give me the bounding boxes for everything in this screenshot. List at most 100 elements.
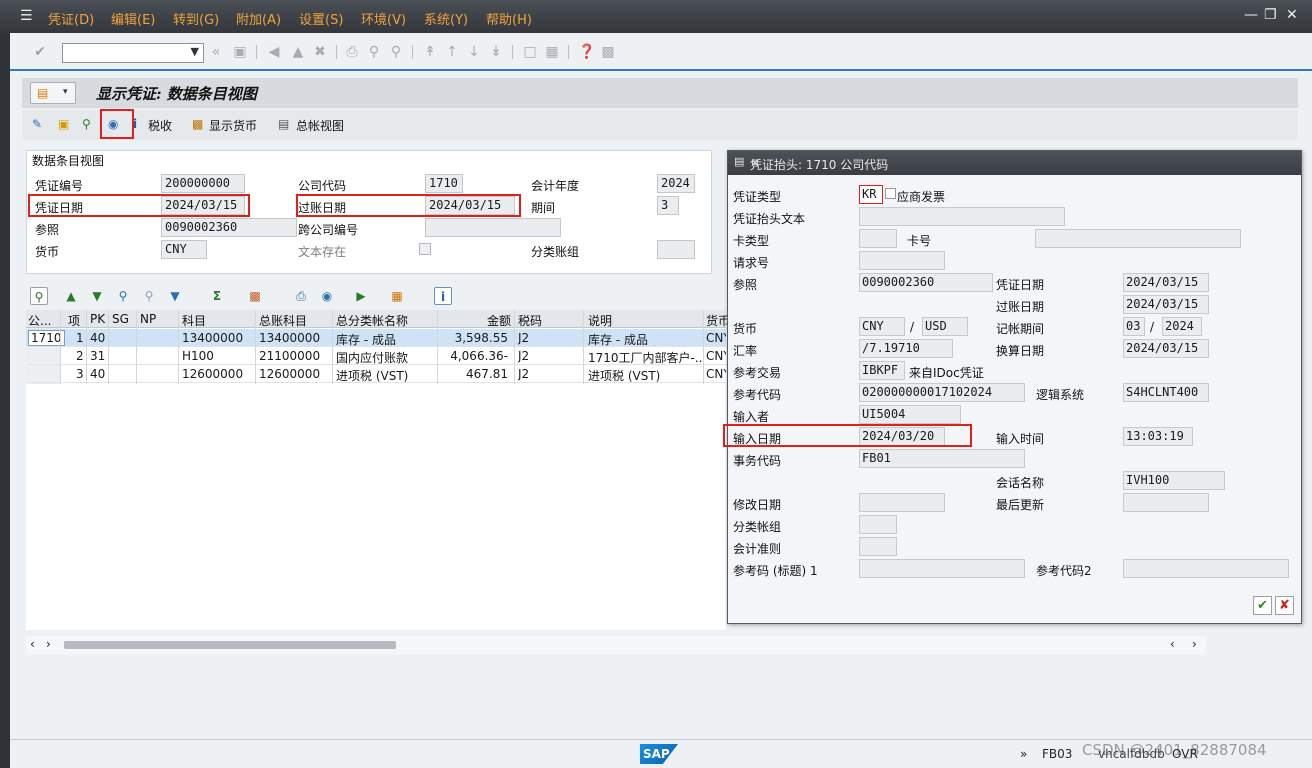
tax-button[interactable]: 税收 [148, 117, 172, 134]
ref-key2-field[interactable] [1123, 559, 1289, 578]
company-code-field[interactable]: 1710 [425, 174, 463, 193]
enter-icon[interactable]: ✔ [32, 44, 48, 60]
col-gl-account[interactable]: 总账科目 [259, 312, 307, 329]
layout-icon[interactable]: ▦ [388, 287, 406, 305]
session-field[interactable]: IVH100 [1123, 471, 1225, 490]
col-text[interactable]: 说明 [588, 312, 612, 329]
close-window-icon[interactable]: ✕ [1286, 7, 1298, 23]
ref-key-field[interactable]: 020000000017102024 [859, 383, 1025, 402]
print-icon[interactable]: ⎙ [292, 287, 310, 305]
header-text-field[interactable] [859, 207, 1065, 226]
save-icon[interactable]: ▣ [232, 44, 248, 60]
display-change-icon[interactable]: ✎ [32, 117, 42, 131]
views-icon[interactable]: ◉ [318, 287, 336, 305]
table-row[interactable]: 3 40 12600000 12600000 进项税 (VST) 467.81 … [26, 365, 726, 383]
period-field[interactable]: 03 [1123, 317, 1145, 336]
sort-ascending-icon[interactable]: ▲ [62, 287, 80, 305]
col-pk[interactable]: PK [90, 312, 105, 326]
ledger-group-field[interactable] [859, 515, 897, 534]
scroll-thumb[interactable] [64, 641, 396, 649]
menu-goto[interactable]: 转到(G) [173, 9, 219, 28]
find-icon[interactable]: ⚲ [114, 287, 132, 305]
table-row[interactable]: 2 31 H100 21100000 国内应付账款 4,066.36- J2 1… [26, 347, 726, 365]
col-account[interactable]: 科目 [182, 312, 206, 329]
find-icon[interactable]: ⚲ [366, 44, 382, 60]
minimize-icon[interactable]: — [1244, 7, 1258, 23]
cross-cc-field[interactable] [425, 218, 561, 237]
menu-edit[interactable]: 编辑(E) [111, 9, 155, 28]
col-gl-name[interactable]: 总分类帐名称 [336, 312, 408, 329]
menu-environment[interactable]: 环境(V) [361, 9, 406, 28]
logical-system-field[interactable]: S4HCLNT400 [1123, 383, 1209, 402]
doc-number-field[interactable]: 200000000 [161, 174, 245, 193]
menu-system[interactable]: 系统(Y) [424, 9, 468, 28]
card-no-field[interactable] [1035, 229, 1241, 248]
col-company-code[interactable]: 公... [28, 312, 51, 329]
restore-icon[interactable]: ❐ [1264, 7, 1277, 23]
double-left-icon[interactable]: « [208, 44, 224, 60]
ref-key1-field[interactable] [859, 559, 1025, 578]
command-field[interactable]: ▼ [62, 43, 204, 63]
subtotal-icon[interactable]: ▩ [246, 287, 264, 305]
posting-date-field[interactable]: 2024/03/15 [1123, 295, 1209, 314]
info-icon[interactable]: i [434, 287, 452, 305]
doc-type-field[interactable]: KR [859, 185, 883, 204]
scroll-right-icon[interactable]: › [1192, 637, 1197, 651]
zoom-icon[interactable]: ⚲ [82, 117, 91, 131]
display-currency-button[interactable]: 显示货币 [209, 117, 257, 134]
general-ledger-view-button[interactable]: 总帐视图 [296, 117, 344, 134]
col-amount[interactable]: 金额 [487, 312, 511, 329]
rate-field[interactable]: /7.19710 [859, 339, 953, 358]
customize-icon[interactable]: ▩ [600, 44, 616, 60]
last-update-field[interactable] [1123, 493, 1209, 512]
close-icon[interactable]: ✕ [750, 156, 1293, 170]
ledger-view-icon[interactable]: ▤ [278, 117, 289, 131]
menu-extras[interactable]: 附加(A) [236, 9, 281, 28]
fiscal-year-field[interactable]: 2024 [657, 174, 695, 193]
currency-field[interactable]: CNY [161, 240, 207, 259]
col-item[interactable]: 项 [68, 312, 80, 329]
screen-menu-button[interactable]: ▤ ▾ [30, 82, 76, 104]
menu-document[interactable]: 凭证(D) [48, 9, 94, 28]
text-exists-checkbox[interactable] [419, 243, 431, 255]
find-next-icon[interactable]: ⚲ [140, 287, 158, 305]
period-field[interactable]: 3 [657, 196, 679, 215]
menu-settings[interactable]: 设置(S) [299, 9, 343, 28]
currency-icon[interactable]: ▩ [192, 117, 203, 131]
find-next-icon[interactable]: ⚲ [388, 44, 404, 60]
translation-date-field[interactable]: 2024/03/15 [1123, 339, 1209, 358]
ref-txn-field[interactable]: IBKPF [859, 361, 905, 380]
col-np[interactable]: NP [140, 312, 156, 326]
other-document-icon[interactable]: ▣ [58, 117, 69, 131]
card-type-field[interactable] [859, 229, 897, 248]
period-year-field[interactable]: 2024 [1162, 317, 1202, 336]
print-icon[interactable]: ⎙ [344, 44, 360, 60]
next-page-icon[interactable]: ↓ [466, 44, 482, 60]
scroll-left-icon[interactable]: ‹ [1170, 637, 1175, 651]
doc-type-checkbox[interactable] [885, 188, 896, 199]
entry-time-field[interactable]: 13:03:19 [1123, 427, 1193, 446]
menu-help[interactable]: 帮助(H) [486, 9, 532, 28]
status-expand[interactable]: » [1020, 747, 1027, 761]
changed-on-field[interactable] [859, 493, 945, 512]
entered-by-field[interactable]: UI5004 [859, 405, 961, 424]
cancel-icon[interactable]: ✘ [1275, 596, 1294, 615]
back-icon[interactable]: ◀ [266, 44, 282, 60]
first-page-icon[interactable]: ↟ [422, 44, 438, 60]
system-menu-icon[interactable]: ☰ [20, 8, 33, 24]
help-icon[interactable]: ❓ [578, 44, 595, 60]
currency2-field[interactable]: USD [922, 317, 968, 336]
reference-field[interactable]: 0090002360 [859, 273, 993, 292]
shortcut-icon[interactable]: ▦ [544, 44, 560, 60]
reference-field[interactable]: 0090002360 [161, 218, 297, 237]
sort-descending-icon[interactable]: ▼ [88, 287, 106, 305]
tcode-field[interactable]: FB01 [859, 449, 1025, 468]
ledger-group-field[interactable] [657, 240, 695, 259]
filter-icon[interactable]: ▼ [166, 287, 184, 305]
col-tax-code[interactable]: 税码 [518, 312, 542, 329]
export-icon[interactable]: ▶ [352, 287, 370, 305]
chevron-down-icon[interactable]: ▼ [191, 45, 199, 58]
exit-icon[interactable]: ▲ [290, 44, 306, 60]
doc-date-field[interactable]: 2024/03/15 [1123, 273, 1209, 292]
col-sg[interactable]: SG [112, 312, 129, 326]
